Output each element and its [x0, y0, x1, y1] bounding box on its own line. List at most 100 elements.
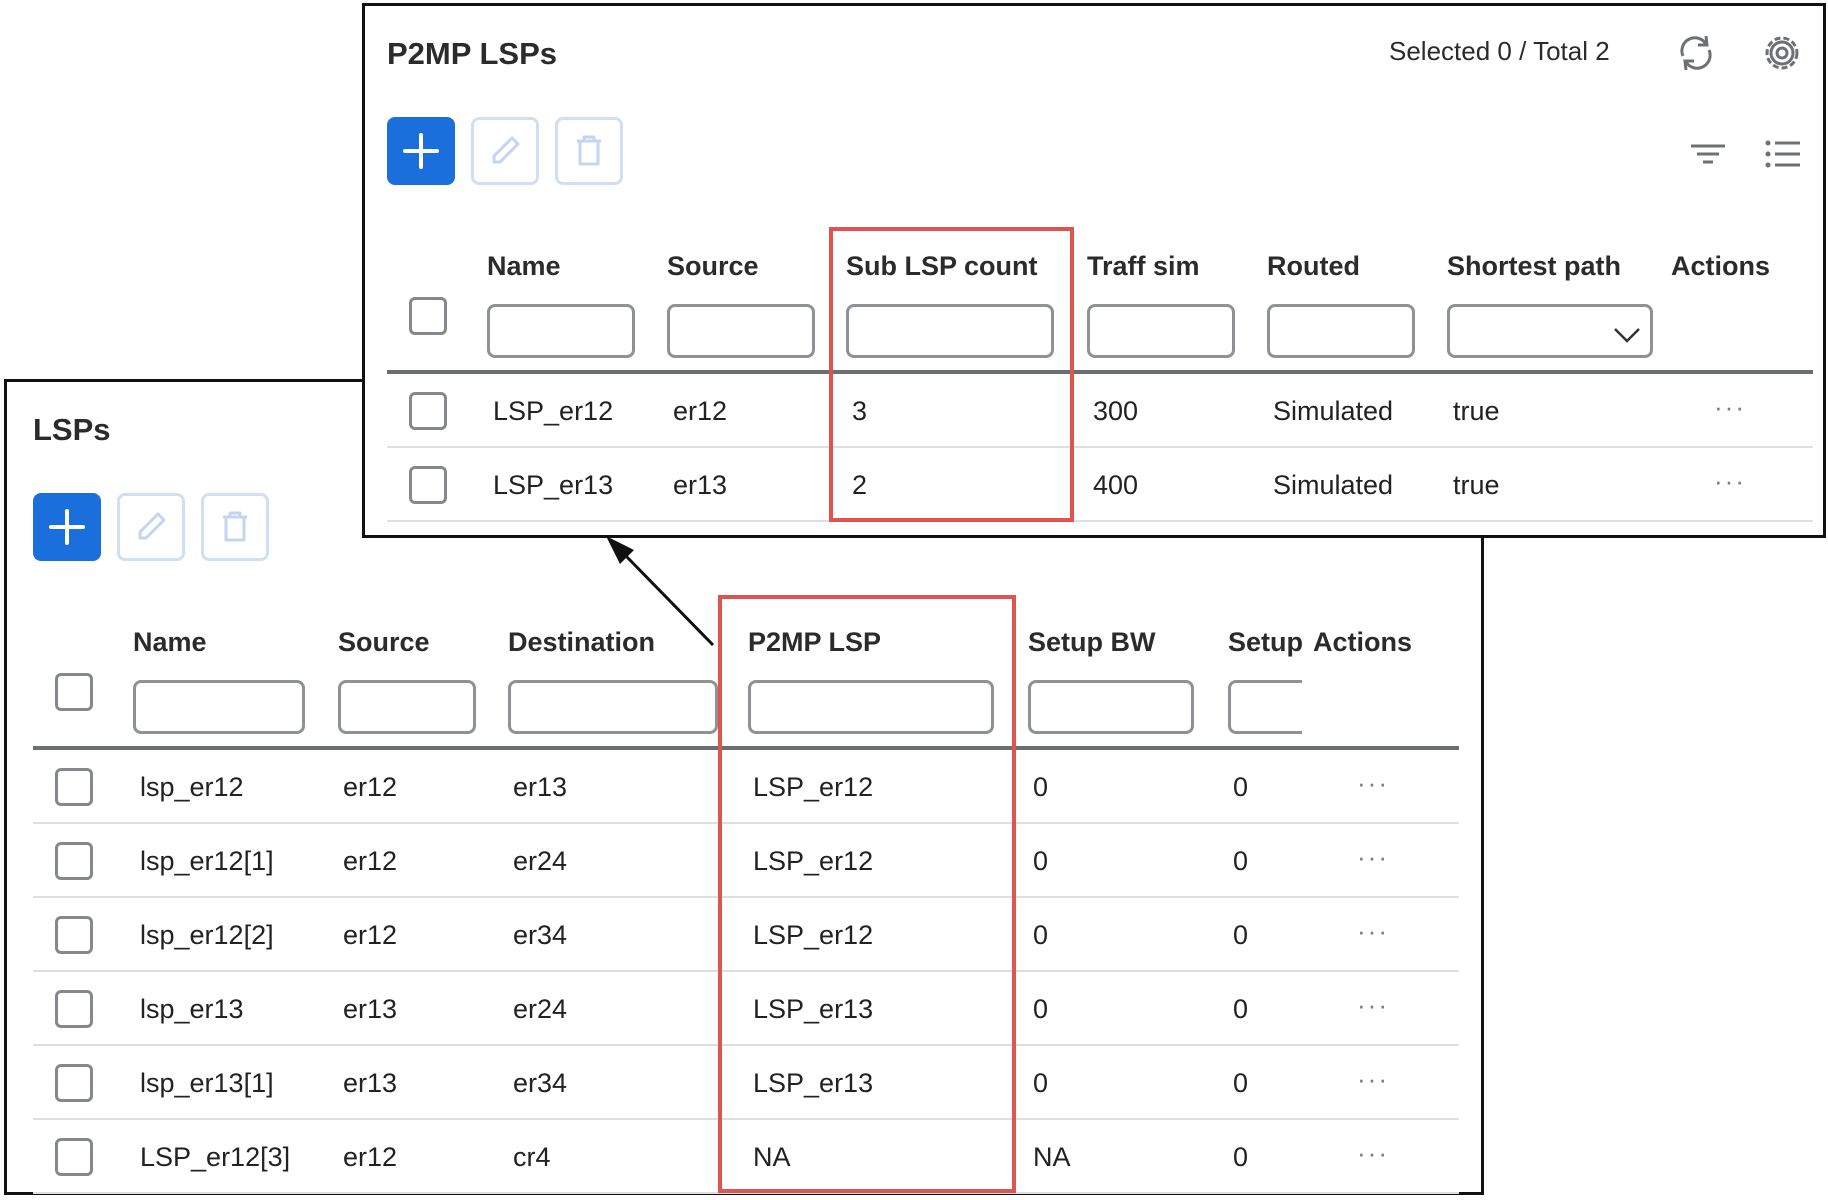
chevron-down-icon	[1614, 328, 1640, 343]
cell-destination: er24	[513, 846, 568, 876]
plus-icon	[49, 509, 85, 545]
cell-shortest-path: true	[1453, 396, 1500, 426]
row-checkbox[interactable]	[55, 916, 93, 954]
cell-destination: cr4	[513, 1142, 551, 1172]
cell-name: LSP_er12	[493, 396, 614, 426]
filter-traff-sim-input[interactable]	[1087, 304, 1235, 358]
selection-status: Selected 0 / Total 2	[1389, 36, 1610, 66]
cell-name: lsp_er12[1]	[140, 846, 274, 876]
filter-shortest-path-select[interactable]	[1447, 304, 1653, 358]
column-header-source[interactable]: Source	[338, 627, 430, 658]
cell-name: lsp_er12	[140, 772, 244, 802]
cell-source: er12	[343, 920, 398, 950]
cell-shortest-path: true	[1453, 470, 1500, 500]
list-icon[interactable]	[1763, 134, 1803, 174]
cell-source: er13	[343, 1068, 398, 1098]
column-header-name[interactable]: Name	[133, 627, 207, 658]
filter-source-input[interactable]	[338, 680, 476, 734]
row-checkbox[interactable]	[55, 990, 93, 1028]
delete-lsp-button[interactable]	[201, 493, 269, 561]
row-actions-menu[interactable]: ···	[1357, 1138, 1389, 1169]
pencil-icon	[492, 136, 520, 164]
column-header-name[interactable]: Name	[487, 251, 561, 282]
column-header-routed[interactable]: Routed	[1267, 251, 1360, 282]
filter-destination-input[interactable]	[508, 680, 718, 734]
table-row[interactable]: LSP_er12 er12 3 300 Simulated true ···	[365, 374, 1823, 448]
row-actions-menu[interactable]: ···	[1357, 768, 1389, 799]
filter-name-input[interactable]	[133, 680, 305, 734]
column-header-shortest-path[interactable]: Shortest path	[1447, 251, 1621, 282]
gear-icon[interactable]	[1759, 30, 1805, 76]
column-header-setup-bw[interactable]: Setup BW	[1028, 627, 1156, 658]
cell-destination: er34	[513, 1068, 568, 1098]
cell-routed: Simulated	[1273, 470, 1394, 500]
cell-setup-bw: 0	[1033, 846, 1049, 876]
row-checkbox[interactable]	[55, 768, 93, 806]
cell-destination: er13	[513, 772, 568, 802]
p2mp-lsps-panel: P2MP LSPs Selected 0 / Total 2 Name Sour…	[362, 3, 1826, 538]
cell-traff-sim: 300	[1093, 396, 1139, 426]
column-header-actions: Actions	[1671, 251, 1771, 281]
table-row[interactable]: LSP_er13 er13 2 400 Simulated true ···	[365, 448, 1823, 522]
select-all-checkbox[interactable]	[409, 297, 447, 335]
row-checkbox[interactable]	[55, 1064, 93, 1102]
cell-source: er13	[343, 994, 398, 1024]
column-header-destination[interactable]: Destination	[508, 627, 655, 658]
filter-setup-input[interactable]	[1228, 680, 1302, 734]
trash-icon	[577, 135, 601, 166]
cell-setup-bw: 0	[1033, 1068, 1049, 1098]
cell-source: er12	[343, 1142, 398, 1172]
cell-setup-bw: 0	[1033, 994, 1049, 1024]
plus-icon	[403, 133, 439, 169]
p2mp-lsp-column-highlight	[718, 595, 1016, 1193]
pencil-icon	[138, 512, 166, 540]
row-checkbox[interactable]	[55, 842, 93, 880]
column-header-actions: Actions	[1313, 627, 1413, 657]
edit-lsp-button[interactable]	[117, 493, 185, 561]
cell-destination: er24	[513, 994, 568, 1024]
row-actions-menu[interactable]: ···	[1357, 990, 1389, 1021]
cell-setup: 0	[1233, 846, 1249, 876]
row-actions-menu[interactable]: ···	[1714, 392, 1746, 423]
row-checkbox[interactable]	[409, 466, 447, 504]
cell-setup: 0	[1233, 920, 1249, 950]
row-checkbox[interactable]	[55, 1138, 93, 1176]
cell-setup-bw: 0	[1033, 920, 1049, 950]
cell-setup: 0	[1233, 1068, 1249, 1098]
trash-icon	[223, 511, 247, 542]
cell-setup: 0	[1233, 994, 1249, 1024]
cell-routed: Simulated	[1273, 396, 1394, 426]
column-header-source[interactable]: Source	[667, 251, 759, 282]
refresh-icon[interactable]	[1673, 30, 1719, 76]
cell-source: er12	[343, 846, 398, 876]
cell-name: LSP_er12[3]	[140, 1142, 291, 1172]
select-all-checkbox[interactable]	[55, 673, 93, 711]
row-actions-menu[interactable]: ···	[1357, 842, 1389, 873]
filter-source-input[interactable]	[667, 304, 815, 358]
cell-name: LSP_er13	[493, 470, 614, 500]
add-lsp-button[interactable]	[33, 493, 101, 561]
row-actions-menu[interactable]: ···	[1714, 466, 1746, 497]
cell-traff-sim: 400	[1093, 470, 1139, 500]
cell-setup-bw: NA	[1033, 1142, 1071, 1172]
filter-icon[interactable]	[1688, 134, 1728, 174]
column-header-setup[interactable]: Setup	[1228, 627, 1302, 658]
add-p2mp-lsp-button[interactable]	[387, 117, 455, 185]
cell-name: lsp_er13	[140, 994, 244, 1024]
row-checkbox[interactable]	[409, 392, 447, 430]
sub-lsp-count-column-highlight	[829, 227, 1074, 522]
column-header-traff-sim[interactable]: Traff sim	[1087, 251, 1200, 282]
row-actions-menu[interactable]: ···	[1357, 916, 1389, 947]
cell-source: er12	[343, 772, 398, 802]
cell-destination: er34	[513, 920, 568, 950]
filter-routed-input[interactable]	[1267, 304, 1415, 358]
row-actions-menu[interactable]: ···	[1357, 1064, 1389, 1095]
cell-source: er12	[673, 396, 728, 426]
p2mp-lsps-title: P2MP LSPs	[387, 36, 558, 71]
filter-setup-bw-input[interactable]	[1028, 680, 1194, 734]
cell-setup-bw: 0	[1033, 772, 1049, 802]
edit-p2mp-lsp-button[interactable]	[471, 117, 539, 185]
filter-name-input[interactable]	[487, 304, 635, 358]
delete-p2mp-lsp-button[interactable]	[555, 117, 623, 185]
lsps-title: LSPs	[33, 412, 111, 447]
